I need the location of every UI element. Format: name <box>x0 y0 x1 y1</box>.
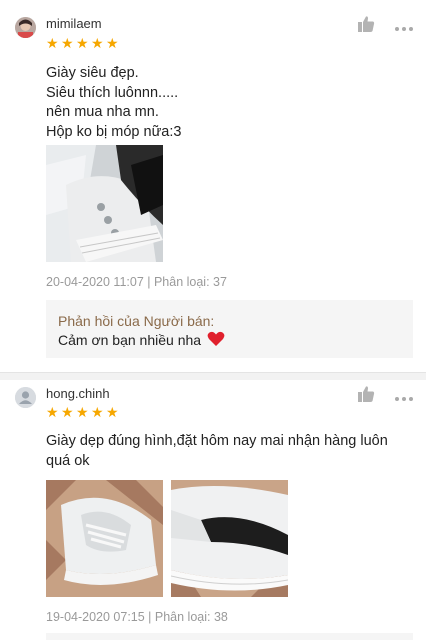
more-dots-icon[interactable] <box>394 20 414 31</box>
review-meta: 20-04-2020 11:07 | Phân loại: 37 <box>46 275 227 289</box>
review-photo[interactable] <box>171 480 288 597</box>
review-photo[interactable] <box>46 145 163 262</box>
seller-reply <box>46 633 413 640</box>
reply-text-line: Cảm ơn bạn nhiều nha <box>58 330 401 352</box>
reply-text: Cảm ơn bạn nhiều nha <box>58 332 202 348</box>
star-icon: ★ <box>61 404 74 420</box>
divider-line <box>0 372 426 373</box>
thumbs-up-icon[interactable] <box>357 15 375 33</box>
star-icon: ★ <box>91 404 104 420</box>
seller-reply: Phản hồi của Người bán: Cảm ơn bạn nhiều… <box>46 300 413 358</box>
review-divider <box>0 372 426 380</box>
reviewer-username[interactable]: hong.chinh <box>46 386 110 401</box>
avatar[interactable] <box>15 17 36 38</box>
review-photo[interactable] <box>46 480 163 597</box>
review-meta: 19-04-2020 07:15 | Phân loại: 38 <box>46 610 228 624</box>
star-icon: ★ <box>46 404 59 420</box>
thumbs-up-icon[interactable] <box>357 385 375 403</box>
avatar[interactable] <box>15 387 36 408</box>
star-icon: ★ <box>91 35 104 51</box>
reply-title: Phản hồi của Người bán: <box>58 313 215 329</box>
rating-stars: ★ ★ ★ ★ ★ <box>46 404 119 420</box>
star-icon: ★ <box>76 35 89 51</box>
review-text: Giày dẹp đúng hình,đặt hôm nay mai nhận … <box>46 433 388 469</box>
star-icon: ★ <box>106 35 119 51</box>
heart-icon <box>207 331 225 352</box>
star-icon: ★ <box>106 404 119 420</box>
star-icon: ★ <box>46 35 59 51</box>
star-icon: ★ <box>76 404 89 420</box>
review-text: Giày siêu đẹp. Siêu thích luônnn..... nê… <box>46 65 182 140</box>
review-card: mimilaem ★ ★ ★ ★ ★ Giày siêu đẹp. Siêu t… <box>0 0 426 372</box>
more-dots-icon[interactable] <box>394 390 414 401</box>
reviewer-username[interactable]: mimilaem <box>46 16 102 31</box>
rating-stars: ★ ★ ★ ★ ★ <box>46 35 119 51</box>
review-card: hong.chinh ★ ★ ★ ★ ★ Giày dẹp đúng hình,… <box>0 380 426 640</box>
star-icon: ★ <box>61 35 74 51</box>
